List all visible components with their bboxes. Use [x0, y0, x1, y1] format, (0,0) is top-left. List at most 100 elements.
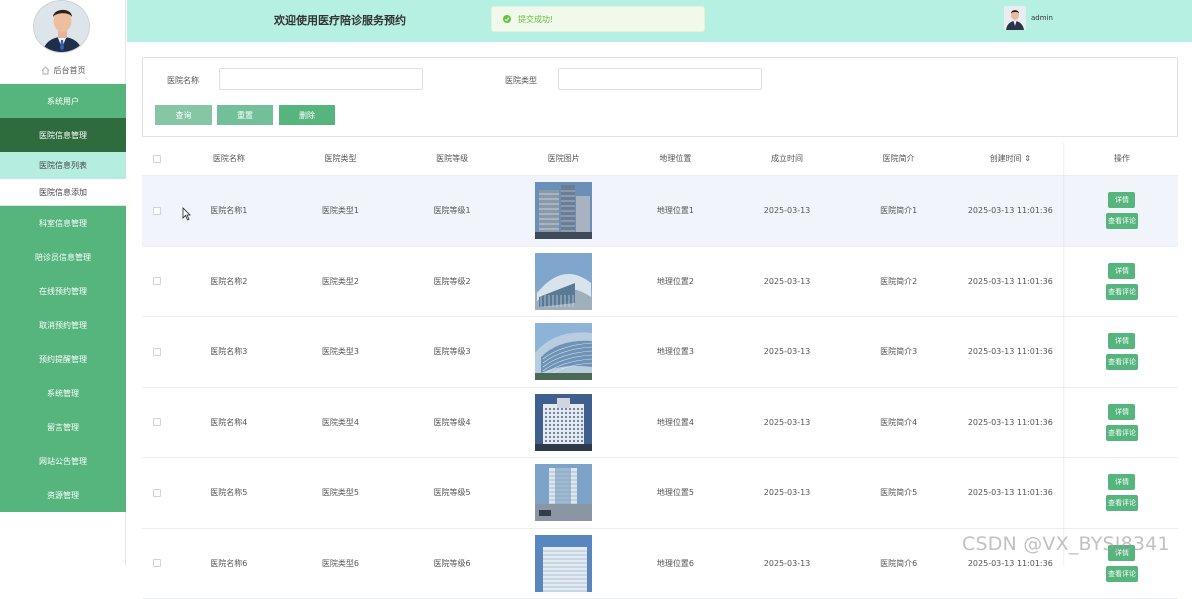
- fixed-column-shadow: [1063, 142, 1065, 566]
- avatar[interactable]: [33, 0, 90, 53]
- hospital-photo[interactable]: [535, 253, 592, 310]
- detail-button[interactable]: 详情: [1108, 404, 1135, 420]
- cell-hospital-type: 医院类型3: [285, 346, 396, 357]
- table-row[interactable]: 医院名称2医院类型2医院等级2地理位置22025-03-13医院简介22025-…: [142, 247, 1178, 318]
- delete-button[interactable]: 删除: [279, 105, 335, 125]
- sidebar-item-10[interactable]: 留言管理: [0, 410, 126, 444]
- cell-hospital-name: 医院名称6: [173, 558, 285, 569]
- detail-button[interactable]: 详情: [1108, 192, 1135, 208]
- row-checkbox[interactable]: [153, 277, 161, 285]
- sidebar-item-7[interactable]: 取消预约管理: [0, 308, 126, 342]
- watermark: CSDN @VX_BYSJ8341: [962, 533, 1170, 555]
- cell-hospital-type: 医院类型2: [285, 276, 396, 287]
- cell-hospital-image: [508, 182, 619, 239]
- row-select-cell: [142, 277, 173, 285]
- row-select-cell: [142, 559, 173, 567]
- cell-location: 地理位置5: [619, 487, 731, 498]
- column-header-6: 成立时间: [731, 153, 842, 164]
- cell-hospital-name: 医院名称2: [173, 276, 285, 287]
- hospital-photo[interactable]: [535, 464, 592, 521]
- detail-button[interactable]: 详情: [1108, 474, 1135, 490]
- sidebar-item-11[interactable]: 网站公告管理: [0, 444, 126, 478]
- row-checkbox[interactable]: [153, 418, 161, 426]
- table-row[interactable]: 医院名称3医院类型3医院等级3地理位置32025-03-13医院简介32025-…: [142, 317, 1178, 388]
- view-reviews-button[interactable]: 查看评论: [1106, 284, 1138, 300]
- detail-button[interactable]: 详情: [1108, 263, 1135, 279]
- sidebar-item-1[interactable]: 医院信息管理: [0, 118, 126, 152]
- sidebar-item-9[interactable]: 系统管理: [0, 376, 126, 410]
- table-row[interactable]: 医院名称5医院类型5医院等级5地理位置52025-03-13医院简介52025-…: [142, 458, 1178, 529]
- table-row[interactable]: 医院名称4医院类型4医院等级4地理位置42025-03-13医院简介42025-…: [142, 388, 1178, 459]
- reset-button[interactable]: 重置: [217, 105, 273, 125]
- column-header-8[interactable]: 创建时间 ⇕: [955, 153, 1066, 164]
- hospital-photo[interactable]: [535, 323, 592, 380]
- submenu-item-2[interactable]: 医院信息列表: [0, 152, 126, 179]
- view-reviews-button[interactable]: 查看评论: [1106, 566, 1138, 582]
- cell-location: 地理位置3: [619, 346, 731, 357]
- column-header-5: 地理位置: [619, 153, 731, 164]
- column-header-4: 医院图片: [508, 153, 619, 164]
- cell-hospital-name: 医院名称4: [173, 417, 285, 428]
- hospital-name-input[interactable]: [219, 68, 423, 90]
- hospital-name-label: 医院名称: [167, 75, 199, 86]
- submenu-item-3[interactable]: 医院信息添加: [0, 179, 126, 206]
- cell-hospital-level: 医院等级3: [396, 346, 508, 357]
- sidebar-item-12[interactable]: 资源管理: [0, 478, 126, 512]
- view-reviews-button[interactable]: 查看评论: [1106, 495, 1138, 511]
- cell-hospital-type: 医院类型6: [285, 558, 396, 569]
- table-row[interactable]: 医院名称1医院类型1医院等级1地理位置12025-03-13医院简介12025-…: [142, 176, 1178, 247]
- check-circle-icon: [503, 15, 511, 23]
- row-checkbox[interactable]: [153, 489, 161, 497]
- detail-button[interactable]: 详情: [1108, 333, 1135, 349]
- cell-actions: 详情查看评论: [1066, 474, 1178, 511]
- row-checkbox[interactable]: [153, 348, 161, 356]
- query-button[interactable]: 查询: [155, 105, 212, 125]
- select-all-cell: [142, 155, 173, 163]
- cell-hospital-image: [508, 464, 619, 521]
- row-select-cell: [142, 207, 173, 215]
- hospital-type-input[interactable]: [558, 68, 762, 90]
- view-reviews-button[interactable]: 查看评论: [1106, 354, 1138, 370]
- view-reviews-button[interactable]: 查看评论: [1106, 425, 1138, 441]
- cell-location: 地理位置4: [619, 417, 731, 428]
- top-header: 欢迎使用医疗陪诊服务预约 提交成功! admin: [127, 0, 1192, 42]
- sidebar-menu: 系统用户医院信息管理医院信息列表医院信息添加科室信息管理陪诊员信息管理在线预约管…: [0, 84, 126, 512]
- cell-actions: 详情查看评论: [1066, 263, 1178, 300]
- hospital-photo[interactable]: [535, 394, 592, 451]
- row-checkbox[interactable]: [153, 207, 161, 215]
- cell-hospital-name: 医院名称5: [173, 487, 285, 498]
- row-checkbox[interactable]: [153, 559, 161, 567]
- home-icon: [41, 66, 50, 75]
- cell-hospital-image: [508, 323, 619, 380]
- success-toast: 提交成功!: [491, 6, 705, 32]
- sidebar-item-0[interactable]: 系统用户: [0, 84, 126, 118]
- cell-intro: 医院简介3: [843, 346, 955, 357]
- cell-hospital-image: [508, 394, 619, 451]
- row-select-cell: [142, 489, 173, 497]
- hospital-photo[interactable]: [535, 535, 592, 592]
- user-menu[interactable]: admin: [1004, 6, 1053, 30]
- cell-hospital-level: 医院等级2: [396, 276, 508, 287]
- sidebar-item-4[interactable]: 科室信息管理: [0, 206, 126, 240]
- sidebar-item-5[interactable]: 陪诊员信息管理: [0, 240, 126, 274]
- row-select-cell: [142, 348, 173, 356]
- sidebar-item-6[interactable]: 在线预约管理: [0, 274, 126, 308]
- table-header: 医院名称医院类型医院等级医院图片地理位置成立时间医院简介创建时间 ⇕操作: [142, 142, 1178, 176]
- cell-intro: 医院简介4: [843, 417, 955, 428]
- cell-hospital-type: 医院类型4: [285, 417, 396, 428]
- cell-intro: 医院简介5: [843, 487, 955, 498]
- view-reviews-button[interactable]: 查看评论: [1106, 213, 1138, 229]
- cell-actions: 详情查看评论: [1066, 192, 1178, 229]
- cell-intro: 医院简介6: [843, 558, 955, 569]
- select-all-checkbox[interactable]: [153, 155, 161, 163]
- cell-founded-date: 2025-03-13: [731, 559, 842, 568]
- cell-location: 地理位置2: [619, 276, 731, 287]
- username: admin: [1031, 14, 1053, 22]
- cell-hospital-name: 医院名称3: [173, 346, 285, 357]
- sidebar-item-8[interactable]: 预约提醒管理: [0, 342, 126, 376]
- user-avatar[interactable]: [1004, 6, 1026, 30]
- home-link[interactable]: 后台首页: [0, 63, 126, 77]
- hospital-table: 医院名称医院类型医院等级医院图片地理位置成立时间医院简介创建时间 ⇕操作 医院名…: [142, 142, 1178, 599]
- cell-created-time: 2025-03-13 11:01:36: [955, 488, 1066, 497]
- hospital-photo[interactable]: [535, 182, 592, 239]
